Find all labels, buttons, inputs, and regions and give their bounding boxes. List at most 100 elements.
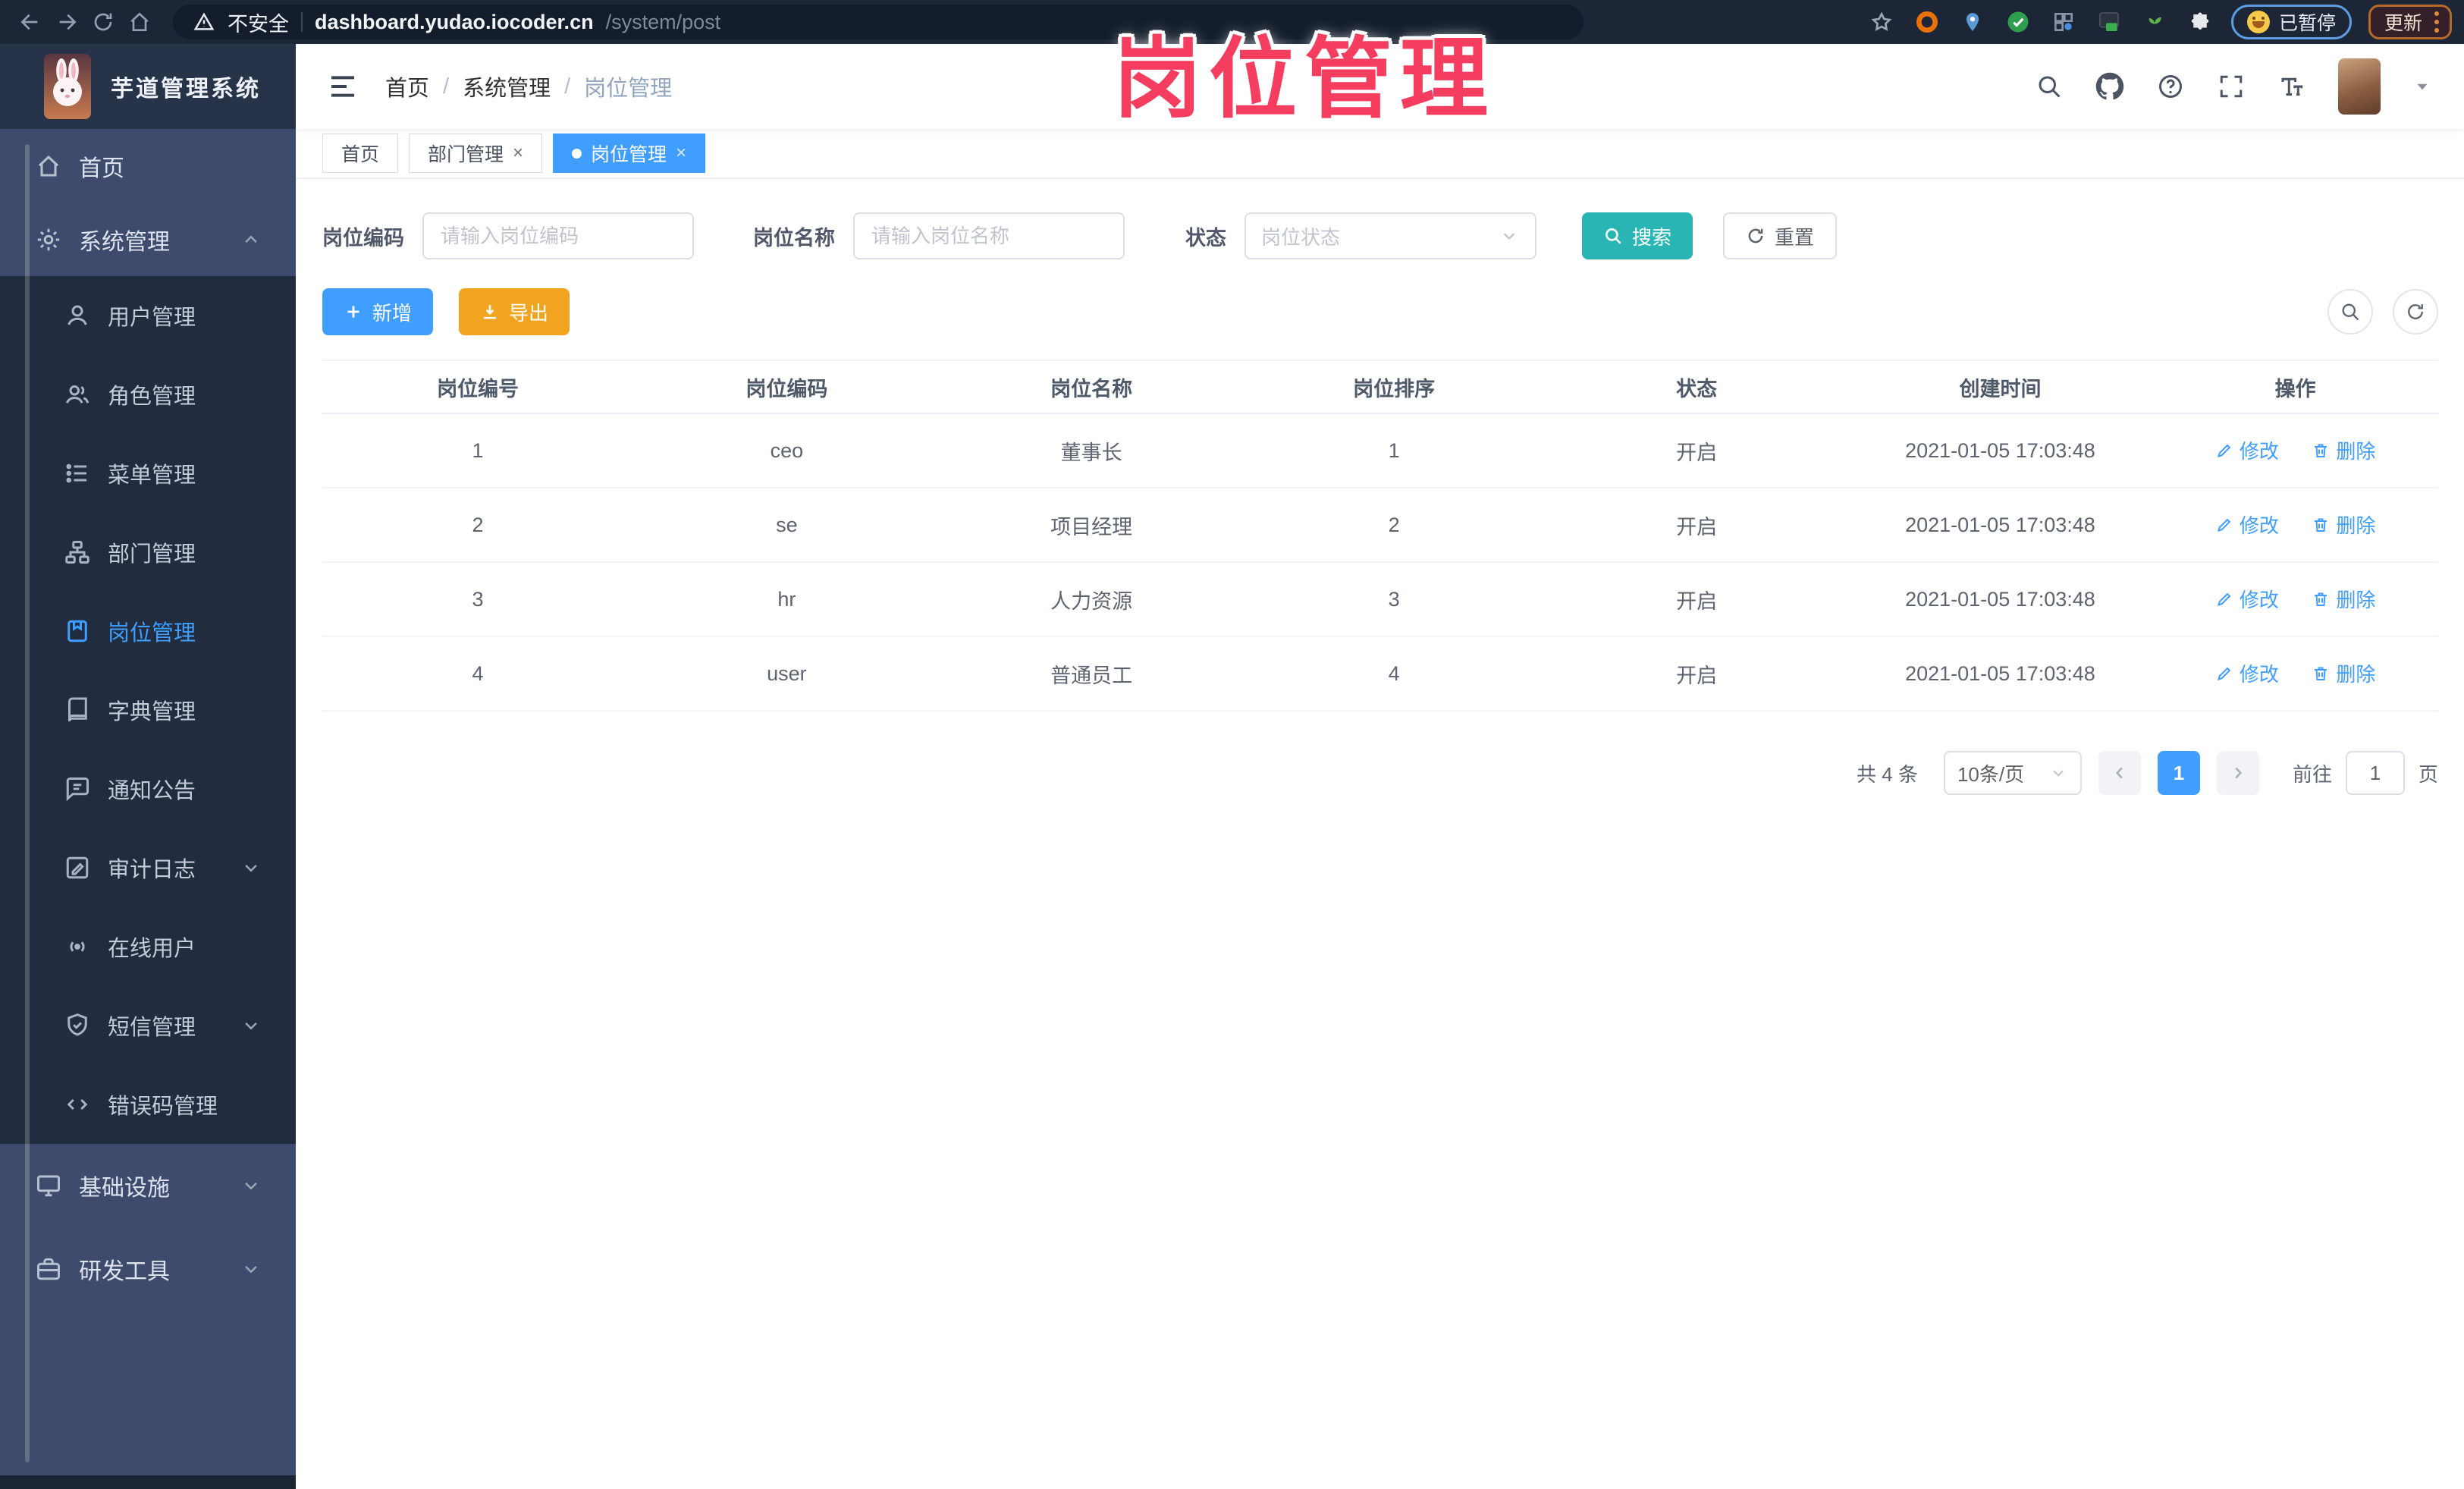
export-button[interactable]: 导出 <box>459 288 570 335</box>
sidebar-item-label: 基础设施 <box>79 1176 170 1201</box>
sidebar-item-sms-management[interactable]: 短信管理 <box>0 986 296 1065</box>
sidebar-item-dev-tools[interactable]: 研发工具 <box>0 1227 296 1311</box>
reset-button[interactable]: 重置 <box>1723 212 1838 259</box>
search-icon[interactable] <box>2035 72 2064 101</box>
monitor-icon <box>35 1172 62 1199</box>
tab-department[interactable]: 部门管理 × <box>409 134 543 173</box>
close-icon[interactable]: × <box>676 143 686 164</box>
sidebar-collapse-icon[interactable] <box>328 71 358 102</box>
search-button[interactable]: 搜索 <box>1582 212 1693 259</box>
col-header-status: 状态 <box>1545 360 1848 414</box>
sidebar-item-audit-log[interactable]: 审计日志 <box>0 828 296 907</box>
browser-menu-icon[interactable] <box>2434 11 2439 33</box>
tab-home[interactable]: 首页 <box>322 134 399 173</box>
book-icon <box>64 696 91 724</box>
page-size-value: 10条/页 <box>1957 762 2025 786</box>
sidebar-item-infrastructure[interactable]: 基础设施 <box>0 1144 296 1227</box>
col-header-post-id: 岗位编号 <box>322 360 634 414</box>
extension-wechat-devtools-icon[interactable] <box>2095 8 2123 36</box>
browser-back-icon[interactable] <box>12 4 49 40</box>
delete-link[interactable]: 删除 <box>2312 436 2375 464</box>
caret-down-icon[interactable] <box>2412 77 2432 96</box>
breadcrumb-system[interactable]: 系统管理 <box>463 71 551 102</box>
sidebar-item-label: 通知公告 <box>108 779 196 803</box>
pencil-icon <box>2215 516 2233 534</box>
sidebar-item-label: 短信管理 <box>108 1016 196 1040</box>
browser-update-button[interactable]: 更新 <box>2368 5 2452 39</box>
shield-icon <box>64 1012 91 1039</box>
font-size-icon[interactable] <box>2277 72 2306 101</box>
magnifier-icon <box>1603 226 1623 246</box>
edit-link[interactable]: 修改 <box>2215 585 2279 613</box>
address-bar[interactable]: 不安全 dashboard.yudao.iocoder.cn /system/p… <box>173 5 1584 39</box>
browser-home-icon[interactable] <box>121 4 158 40</box>
avatar[interactable] <box>2338 58 2381 115</box>
extension-pin-icon[interactable] <box>1958 8 1987 36</box>
goto-page-input[interactable] <box>2345 751 2405 795</box>
tab-post[interactable]: 岗位管理 × <box>553 134 706 173</box>
post-table: 岗位编号 岗位编码 岗位名称 岗位排序 状态 创建时间 操作 1 ceo 董事长… <box>322 360 2438 712</box>
sidebar-item-menu-management[interactable]: 菜单管理 <box>0 434 296 513</box>
cell-post-sort: 1 <box>1242 413 1546 488</box>
page-header: 首页 / 系统管理 / 岗位管理 <box>296 44 2464 129</box>
sidebar-item-role-management[interactable]: 角色管理 <box>0 355 296 434</box>
toolbox-icon <box>35 1255 62 1283</box>
sidebar-submenu-system: 用户管理 角色管理 菜单管理 部门管理 岗位管理 字典管理 通知公告 审计日志 … <box>0 276 296 1144</box>
current-page-button[interactable]: 1 <box>2157 751 2200 795</box>
sidebar-item-user-management[interactable]: 用户管理 <box>0 276 296 355</box>
prev-page-button[interactable] <box>2098 751 2141 795</box>
col-header-actions: 操作 <box>2152 360 2438 414</box>
help-icon[interactable] <box>2156 72 2185 101</box>
status-select[interactable]: 岗位状态 <box>1245 212 1536 259</box>
browser-forward-icon[interactable] <box>49 4 85 40</box>
sidebar-item-online-users[interactable]: 在线用户 <box>0 907 296 986</box>
add-button[interactable]: 新增 <box>322 288 434 335</box>
next-page-button[interactable] <box>2216 751 2259 795</box>
post-code-label: 岗位编码 <box>322 226 404 250</box>
page-size-select[interactable]: 10条/页 <box>1943 751 2082 795</box>
url-path: /system/post <box>605 10 721 33</box>
edit-link[interactable]: 修改 <box>2215 510 2279 539</box>
sidebar-bottom-section: 基础设施 研发工具 <box>0 1144 296 1475</box>
col-header-post-name: 岗位名称 <box>940 360 1243 414</box>
profile-paused-badge[interactable]: 已暂停 <box>2230 5 2352 39</box>
extension-donut-icon[interactable] <box>1913 8 1941 36</box>
sidebar-item-notice[interactable]: 通知公告 <box>0 749 296 828</box>
sidebar-item-home[interactable]: 首页 <box>0 129 296 203</box>
browser-reload-icon[interactable] <box>85 4 121 40</box>
edit-link[interactable]: 修改 <box>2215 436 2279 464</box>
sidebar-item-label: 角色管理 <box>108 385 196 409</box>
goto-page: 前往 页 <box>2293 751 2438 795</box>
cell-post-name: 人力资源 <box>940 562 1243 637</box>
post-code-input[interactable] <box>422 212 694 259</box>
extension-puzzle-icon[interactable] <box>2186 8 2214 36</box>
delete-link[interactable]: 删除 <box>2312 510 2375 539</box>
toolbar: 新增 导出 <box>322 288 2438 335</box>
edit-link[interactable]: 修改 <box>2215 659 2279 687</box>
sidebar-item-post-management[interactable]: 岗位管理 <box>0 592 296 671</box>
bookmark-star-icon[interactable] <box>1867 8 1896 36</box>
delete-link[interactable]: 删除 <box>2312 585 2375 613</box>
fullscreen-icon[interactable] <box>2217 72 2246 101</box>
delete-link[interactable]: 删除 <box>2312 659 2375 687</box>
sidebar-item-department-management[interactable]: 部门管理 <box>0 513 296 592</box>
post-name-input[interactable] <box>853 212 1125 259</box>
cell-actions: 修改 删除 <box>2152 562 2438 637</box>
github-icon[interactable] <box>2095 72 2124 101</box>
breadcrumb-home[interactable]: 首页 <box>385 71 429 102</box>
app-logo[interactable]: 芋道管理系统 <box>0 44 296 129</box>
extension-sprout-icon[interactable] <box>2140 8 2169 36</box>
refresh-table-button[interactable] <box>2393 289 2438 335</box>
main-area: 首页 / 系统管理 / 岗位管理 首页 部门管理 × 岗位管理 × 岗位编码 请… <box>296 44 2464 1489</box>
sidebar-item-dict-management[interactable]: 字典管理 <box>0 671 296 749</box>
extension-check-icon[interactable] <box>2004 8 2032 36</box>
sidebar-item-system-management[interactable]: 系统管理 <box>0 203 296 276</box>
not-secure-warning-icon <box>193 11 215 33</box>
extension-grid-icon[interactable] <box>2049 8 2078 36</box>
breadcrumb: 首页 / 系统管理 / 岗位管理 <box>385 71 672 102</box>
breadcrumb-separator: / <box>443 74 450 99</box>
trash-icon <box>2312 516 2330 534</box>
close-icon[interactable]: × <box>513 143 523 164</box>
sidebar-item-error-code-management[interactable]: 错误码管理 <box>0 1065 296 1144</box>
toggle-search-button[interactable] <box>2327 289 2373 335</box>
